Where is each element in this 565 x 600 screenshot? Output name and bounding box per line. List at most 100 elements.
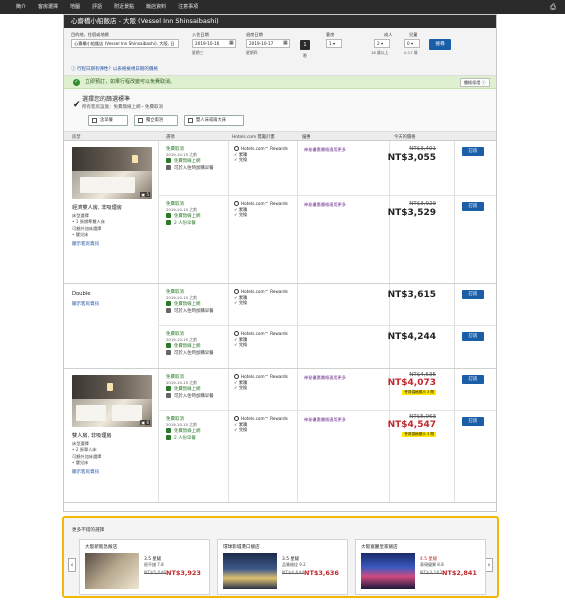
rewards-info: Hotels.com™ Rewards ✓ 累積 ✓ 兌換: [234, 374, 288, 390]
current-price: NT$3,615: [387, 290, 436, 300]
book-button[interactable]: 訂房: [462, 202, 484, 211]
header-options: 選項: [166, 135, 175, 140]
rewards-info: Hotels.com™ Rewards ✓ 累積 ✓ 兌換: [234, 289, 288, 305]
photo-count: ▣ 5: [140, 192, 150, 197]
original-price: NT$3,929: [409, 201, 436, 207]
nights-count: 1: [300, 40, 310, 50]
member-deal[interactable]: 神秘優惠價格適用更多: [304, 202, 346, 208]
room-photo[interactable]: ▣ 5: [72, 147, 152, 199]
hotel-card-price: NT$3,636: [304, 569, 339, 577]
hotel-card[interactable]: 環球影城港口飯店 3.5 星級 品質絕佳 9.2 NT$4,644 NT$3,6…: [217, 539, 348, 595]
hotel-card-old-price: NT$3,162: [420, 571, 443, 576]
calendar-icon[interactable]: ▦: [229, 40, 234, 46]
room-group: ▣ 6 雙人房, 非吸煙房 床型選擇 • 2 張單人床 可額外加床選擇 • 嬰兒床 …: [64, 369, 496, 503]
room-info-link[interactable]: 顯示客房資訊: [72, 301, 99, 307]
filter-double-bed-button[interactable]: 雙人床或兩大床: [184, 115, 244, 126]
hotel-card[interactable]: 大阪富麗皇家飯店 4.5 星級 表現優異 8.8 NT$3,162 NT$2,8…: [355, 539, 486, 595]
book-button[interactable]: 訂房: [462, 332, 484, 341]
member-deal[interactable]: 神秘優惠價格適用更多: [304, 375, 346, 381]
member-deal[interactable]: 神秘優惠價格適用更多: [304, 417, 346, 423]
nav-item-rooms[interactable]: 客房選擇: [36, 0, 60, 14]
book-button[interactable]: 訂房: [462, 375, 484, 384]
rate-option: 免費取消 2019-10-15 之前 免費無線上網 可於入住時加購早餐 Hote…: [159, 284, 496, 326]
search-button[interactable]: 搜尋: [429, 39, 451, 50]
rewards-icon: [234, 289, 239, 294]
price-guarantee-button[interactable]: 價格保證 ⓘ: [459, 78, 490, 87]
carousel-prev-button[interactable]: ‹: [68, 558, 76, 572]
room-info-link[interactable]: 顯示客房資訊: [72, 469, 99, 475]
hotel-card-name[interactable]: 環球影城港口飯店: [223, 544, 260, 550]
rewards-info: Hotels.com™ Rewards ✓ 累積 ✓ 兌換: [234, 416, 288, 432]
nav-item-map[interactable]: 地圖: [68, 0, 82, 14]
checkin-day: 星期三: [192, 50, 204, 55]
bed-icon: [188, 118, 193, 123]
room-photo[interactable]: ▣ 6: [72, 375, 152, 427]
destination-label: 目的地、住宿或地標: [71, 32, 109, 37]
hotel-card-name[interactable]: 大阪新阪急飯店: [85, 544, 117, 550]
hotel-card-old-price: NT$4,644: [282, 571, 305, 576]
nav-item-policies[interactable]: 注意事項: [176, 0, 200, 14]
nav-item-reviews[interactable]: 評語: [90, 0, 104, 14]
book-button[interactable]: 訂房: [462, 417, 484, 426]
checkout-label: 退房日期: [246, 32, 263, 37]
rate-option: 免費取消 2019-10-15 之前 免費無線上網 可於入住時加購早餐 Hote…: [159, 141, 496, 196]
room-info: Double 顯示客房資訊: [64, 284, 159, 368]
hotel-title: 心齋橋小船飯店 - 大阪 (Vessel Inn Shinsaibashi): [64, 15, 496, 28]
destination-input[interactable]: 心齋橋小船飯店 (Vessel Inn Shinsaibashi), 大阪, 日: [71, 39, 179, 48]
header-price: 今天的價格: [394, 135, 416, 140]
flexible-dates-link[interactable]: ⓘ 行程日期有彈性？以表格檢視日期的價格: [71, 66, 158, 72]
rewards-icon: [234, 146, 239, 151]
hotel-card[interactable]: 大阪新阪急飯店 3.5 星級 很不錯 7.8 NT$5,046 NT$3,923: [79, 539, 210, 595]
wifi-icon: [166, 213, 171, 218]
hotel-card-old-price: NT$5,046: [144, 571, 167, 576]
info-icon: ⓘ: [481, 80, 486, 85]
carousel-next-button[interactable]: ›: [485, 558, 493, 572]
rewards-icon: [234, 416, 239, 421]
breakfast-feature: 可於入住時加購早餐: [166, 308, 214, 314]
search-bar: 目的地、住宿或地標 心齋橋小船飯店 (Vessel Inn Shinsaibas…: [64, 28, 496, 76]
breakfast-icon: [166, 308, 171, 313]
photo-count: ▣ 6: [140, 420, 150, 425]
rooms-select[interactable]: 1 ▾: [326, 39, 342, 48]
hotel-card-name[interactable]: 大阪富麗皇家飯店: [361, 544, 398, 550]
hotel-card-rating: 很不錯 7.8: [144, 562, 164, 567]
rooms-label: 客房: [326, 32, 335, 37]
adults-select[interactable]: 2 ▾: [374, 39, 390, 48]
breakfast-feature: 可於入住時加購早餐: [166, 350, 214, 356]
book-button[interactable]: 訂房: [462, 290, 484, 299]
checkmark-icon: ✓: [73, 79, 80, 86]
hotel-card-rating: 表現優異 8.8: [420, 562, 444, 567]
breakfast-icon: [166, 435, 171, 440]
wifi-feature: 免費無線上網: [166, 213, 200, 219]
breakfast-icon: [92, 118, 97, 123]
room-info: ▣ 6 雙人房, 非吸煙房 床型選擇 • 2 張單人床 可額外加床選擇 • 嬰兒床 …: [64, 369, 159, 502]
hotel-card-photo[interactable]: [223, 553, 277, 589]
calendar-icon[interactable]: ▦: [283, 40, 288, 46]
member-deal[interactable]: 神秘優惠價格適用更多: [304, 147, 346, 153]
adults-label: 成人: [384, 32, 393, 37]
checkout-day: 星期四: [246, 50, 258, 55]
printer-icon[interactable]: ⎙: [549, 3, 557, 11]
wifi-icon: [166, 158, 171, 163]
filter-breakfast-button[interactable]: 含早餐: [88, 115, 128, 126]
room-details: 床型選擇 • 2 張單人床 可額外加床選擇 • 嬰兒床: [72, 441, 102, 465]
wifi-feature: 免費無線上網: [166, 428, 200, 434]
hotel-card-photo[interactable]: [361, 553, 415, 589]
rewards-icon: [234, 331, 239, 336]
room-name: Double: [72, 291, 91, 297]
filter-private-bath-button[interactable]: 獨立衛浴: [134, 115, 178, 126]
nav-item-overview[interactable]: 簡介: [14, 0, 28, 14]
header-rewards: Hotels.com 獎勵計畫: [232, 135, 275, 140]
free-cancel-text: 立即預訂，如果行程改變可以免費取消。: [85, 79, 176, 85]
nav-item-hotel-info[interactable]: 飯店資料: [144, 0, 168, 14]
breakfast-feature: 2 人份早餐: [166, 435, 196, 441]
room-info-link[interactable]: 顯示客房資訊: [72, 241, 99, 247]
rewards-icon: [234, 201, 239, 206]
hotel-card-photo[interactable]: [85, 553, 139, 589]
breakfast-icon: [166, 165, 171, 170]
bath-icon: [138, 118, 143, 123]
book-button[interactable]: 訂房: [462, 147, 484, 156]
nav-item-nearby[interactable]: 附近景點: [112, 0, 136, 14]
top-nav: 簡介 客房選擇 地圖 評語 附近景點 飯店資料 注意事項 ⎙: [0, 0, 565, 14]
children-select[interactable]: 0 ▾: [404, 39, 420, 48]
